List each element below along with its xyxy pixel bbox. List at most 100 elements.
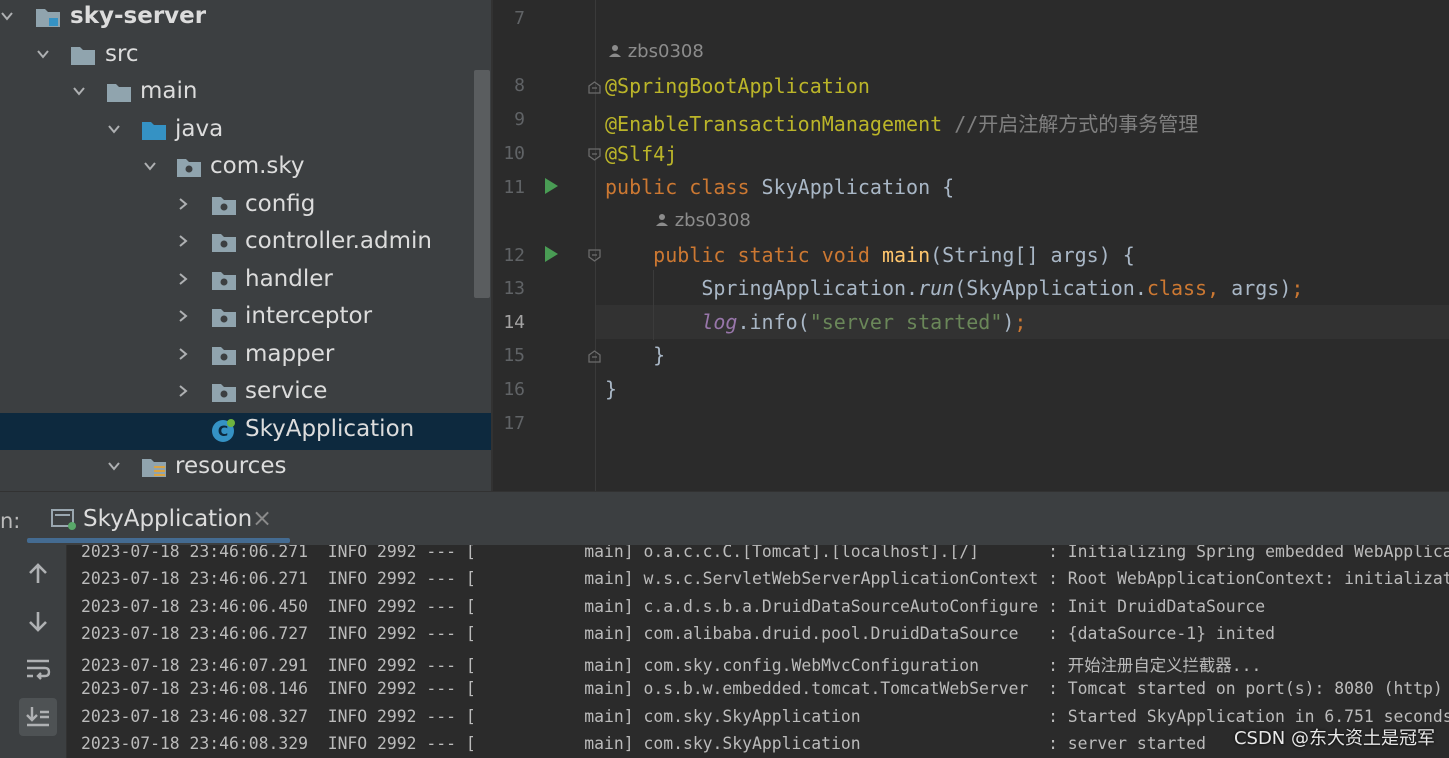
annotation: @EnableTransactionManagement (605, 112, 943, 136)
fold-marker-icon[interactable] (588, 148, 601, 161)
method-name: main (881, 243, 931, 267)
code-line-8: @SpringBootApplication (605, 74, 870, 98)
chevron-down-icon[interactable] (143, 159, 157, 173)
soft-wrap-icon[interactable] (19, 650, 57, 688)
tree-item-label: config (245, 191, 316, 217)
tree-item-interceptor[interactable]: interceptor (0, 300, 492, 337)
code-editor[interactable]: 7 8 9 10 11 12 13 14 15 16 17 zbs0308 zb… (493, 0, 1449, 491)
chevron-right-icon[interactable] (176, 197, 190, 211)
folder-icon (107, 84, 131, 102)
tree-item-label: sky-server (70, 3, 207, 29)
chevron-right-icon[interactable] (176, 309, 190, 323)
semicolon: ; (1291, 276, 1304, 300)
method-call: .info( (737, 310, 810, 334)
fold-marker-icon[interactable] (588, 350, 601, 363)
project-tree: sky-server src main java com.sky config … (0, 0, 492, 491)
chevron-right-icon[interactable] (176, 272, 190, 286)
chevron-right-icon[interactable] (176, 347, 190, 361)
run-gutter-icon[interactable] (545, 178, 558, 194)
fold-marker-icon[interactable] (588, 81, 601, 94)
static-field: log (701, 310, 738, 334)
author-name: zbs0308 (627, 41, 704, 62)
annotation: @Slf4j (605, 142, 678, 166)
tree-scrollbar[interactable] (474, 70, 490, 298)
keyword: public static void (653, 243, 882, 267)
tree-item-label: main (140, 78, 198, 104)
tree-item-java[interactable]: java (0, 113, 492, 150)
resources-folder-icon (142, 459, 166, 477)
code-line-16: } (605, 377, 618, 401)
tree-item-label: java (175, 116, 224, 142)
arrow-down-icon[interactable] (19, 602, 57, 640)
code-line-9: @EnableTransactionManagement //开启注解方式的事务… (605, 108, 1198, 137)
receiver: SpringApplication. (701, 276, 919, 300)
tree-item-handler[interactable]: handler (0, 263, 492, 300)
tree-item-config[interactable]: config (0, 188, 492, 225)
chevron-down-icon[interactable] (107, 459, 121, 473)
parameters: (String[] args) { (930, 243, 1135, 267)
line-number: 11 (503, 177, 525, 198)
package-icon (212, 347, 236, 365)
log-line: 2023-07-18 23:46:06.271 INFO 2992 --- [ … (81, 569, 1449, 588)
code-line-12: public static void main(String[] args) { (605, 243, 1135, 267)
comma: , (1207, 276, 1232, 300)
keyword: class (677, 175, 762, 199)
tree-item-controller-admin[interactable]: controller.admin (0, 225, 492, 262)
tree-item-main[interactable]: main (0, 75, 492, 112)
source-folder-icon (142, 122, 166, 140)
tree-item-src[interactable]: src (0, 38, 492, 75)
log-line: 2023-07-18 23:46:06.450 INFO 2992 --- [ … (81, 597, 1266, 616)
tree-item-label: controller.admin (245, 228, 432, 254)
tree-item-skyapplication[interactable]: C SkyApplication (0, 413, 492, 450)
log-line: 2023-07-18 23:46:07.291 INFO 2992 --- [ … (81, 656, 1262, 675)
package-icon (212, 234, 236, 252)
tree-item-label: service (245, 378, 328, 404)
line-number: 9 (514, 109, 525, 130)
log-line: 2023-07-18 23:46:08.146 INFO 2992 --- [ … (81, 679, 1443, 698)
code-line-10: @Slf4j (605, 142, 677, 166)
line-number: 12 (503, 245, 525, 266)
tree-item-service[interactable]: service (0, 375, 492, 412)
code-line-13: SpringApplication.run(SkyApplication.cla… (605, 276, 1303, 300)
scroll-to-end-icon[interactable] (19, 698, 57, 736)
svg-text:C: C (218, 424, 228, 440)
line-number: 15 (503, 345, 525, 366)
run-console-icon (51, 509, 76, 530)
chevron-down-icon[interactable] (72, 84, 86, 98)
package-icon (212, 272, 236, 290)
package-icon (212, 384, 236, 402)
author-hint[interactable]: zbs0308 (608, 41, 704, 62)
watermark: CSDN @东大资土是冠军 (1233, 728, 1435, 749)
tree-item-mapper[interactable]: mapper (0, 338, 492, 375)
run-tab-label[interactable]: SkyApplication (83, 506, 252, 532)
package-icon (212, 309, 236, 327)
arguments: args) (1231, 276, 1292, 300)
fold-marker-icon[interactable] (588, 249, 601, 262)
line-number: 17 (503, 413, 525, 434)
chevron-down-icon[interactable] (107, 122, 121, 136)
chevron-down-icon[interactable] (0, 9, 14, 23)
chevron-down-icon[interactable] (36, 47, 50, 61)
annotation: @SpringBootApplication (605, 74, 870, 98)
line-number: 8 (514, 75, 525, 96)
line-number: 13 (503, 278, 525, 299)
arguments: (SkyApplication. (954, 276, 1147, 300)
author-hint[interactable]: zbs0308 (655, 210, 751, 231)
user-icon (656, 214, 668, 226)
close-icon[interactable]: × (252, 504, 272, 532)
package-icon (177, 159, 201, 177)
chevron-right-icon[interactable] (176, 234, 190, 248)
tree-item-sky-server[interactable]: sky-server (0, 0, 492, 37)
user-icon (609, 45, 621, 57)
tree-item-com-sky[interactable]: com.sky (0, 150, 492, 187)
folder-icon (71, 47, 95, 65)
chevron-right-icon[interactable] (176, 384, 190, 398)
run-gutter-icon[interactable] (545, 246, 558, 262)
author-name: zbs0308 (674, 210, 751, 231)
arrow-up-icon[interactable] (19, 555, 57, 593)
tree-item-resources[interactable]: resources (0, 450, 492, 487)
package-icon (212, 197, 236, 215)
run-title-fragment: n: (0, 509, 21, 533)
